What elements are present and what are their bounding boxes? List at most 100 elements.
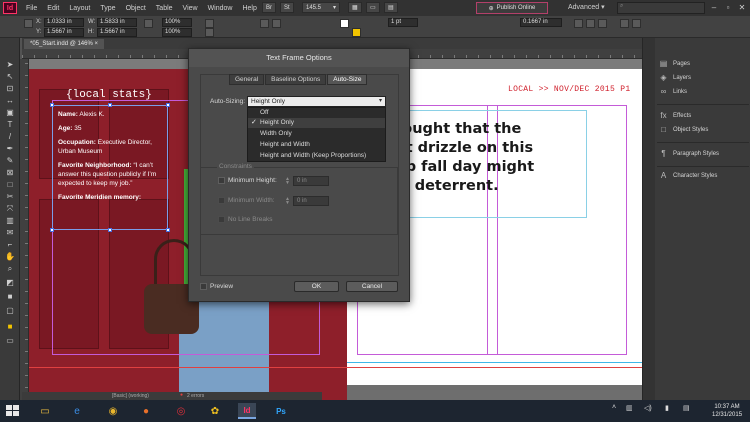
selection-tool-icon[interactable]: ➤ [4, 60, 16, 70]
no-line-breaks-checkbox[interactable] [218, 216, 225, 223]
publish-online-button[interactable]: ⊕ Publish Online [476, 2, 548, 14]
panel-collapse-strip[interactable] [643, 38, 655, 400]
min-height-checkbox[interactable] [218, 177, 225, 184]
tab-auto-size[interactable]: Auto-Size [327, 74, 368, 85]
panel-object-styles[interactable]: □ Object Styles [659, 124, 708, 136]
frame-handle[interactable] [166, 103, 170, 107]
free-transform-tool-icon[interactable]: ⤧ [4, 204, 16, 214]
formatting-container-icon[interactable]: ▢ [4, 306, 16, 316]
photoshop-taskbar-icon[interactable]: Ps [272, 403, 290, 419]
auto-sizing-select[interactable]: Height Only ▾ [247, 96, 386, 107]
yellow-app-icon[interactable]: ✿ [206, 403, 224, 419]
menu-window[interactable]: Window [203, 5, 238, 12]
fill-swatch[interactable] [340, 19, 349, 28]
panel-character-styles[interactable]: A Character Styles [659, 170, 718, 182]
zoom-level-select[interactable]: 145.5 ▾ [302, 2, 340, 13]
scale-x-field[interactable]: 100% [162, 18, 192, 27]
constrain-proportions-icon[interactable] [144, 19, 153, 28]
x-field[interactable]: 1.0333 in [44, 18, 84, 27]
local-stats-title[interactable]: {local stats} [66, 89, 152, 101]
menu-edit[interactable]: Edit [42, 5, 64, 12]
system-clock[interactable]: 10:37 AM 12/31/2015 [712, 403, 742, 419]
type-tool-icon[interactable]: T [4, 120, 16, 130]
rectangle-tool-icon[interactable]: □ [4, 180, 16, 190]
minimize-button[interactable]: – [708, 2, 720, 14]
tab-general[interactable]: General [229, 74, 265, 85]
fill-stroke-icon[interactable]: ■ [4, 292, 16, 302]
frame-handle[interactable] [108, 103, 112, 107]
note-tool-icon[interactable]: ✉ [4, 228, 16, 238]
min-width-field[interactable]: ▲ ▼ 0 in [285, 196, 329, 206]
action-center-icon[interactable]: ▤ [683, 404, 690, 412]
menu-table[interactable]: Table [151, 5, 178, 12]
close-icon[interactable]: ✕ [736, 2, 748, 14]
stepper-icon[interactable]: ▲ ▼ [285, 177, 292, 186]
hand-tool-icon[interactable]: ✋ [4, 252, 16, 262]
option-height-only[interactable]: ✓ Height Only [248, 118, 385, 128]
corner-field[interactable]: 0.1667 in [520, 18, 562, 27]
rotate-icon[interactable] [205, 19, 214, 28]
folio-text[interactable]: LOCAL >> NOV/DEC 2015 P1 [508, 85, 630, 94]
network-icon[interactable]: ▥ [626, 404, 633, 412]
preflight-errors[interactable]: 2 errors [187, 393, 204, 399]
frame-handle[interactable] [166, 228, 170, 232]
preflight-profile[interactable]: [Basic] (working) [112, 393, 149, 399]
pencil-tool-icon[interactable]: ✎ [4, 156, 16, 166]
opera-icon[interactable]: ◎ [172, 403, 190, 419]
stock-button[interactable]: St [280, 2, 294, 13]
screen-mode-button[interactable]: ▭ [366, 2, 380, 13]
flip-horizontal-icon[interactable] [260, 19, 269, 28]
stepper-icon[interactable]: ▲ ▼ [285, 197, 292, 206]
volume-icon[interactable]: ◁) [644, 404, 652, 412]
stroke-swatch[interactable] [352, 28, 361, 37]
panel-pages[interactable]: ▤ Pages [659, 58, 690, 70]
reference-point-icon[interactable] [24, 19, 33, 28]
min-width-checkbox[interactable] [218, 197, 225, 204]
min-height-field[interactable]: ▲ ▼ 0 in [285, 176, 329, 186]
shear-icon[interactable] [205, 28, 214, 37]
scale-y-field[interactable]: 100% [162, 28, 192, 37]
ok-button[interactable]: OK [294, 281, 339, 292]
default-fill-stroke-icon[interactable]: ◩ [4, 278, 16, 288]
maximize-button[interactable]: ▫ [722, 2, 734, 14]
w-field[interactable]: 1.5833 in [97, 18, 137, 27]
workspace-switcher[interactable]: Advanced ▾ [568, 3, 605, 11]
tray-chevron-icon[interactable]: ˄ [612, 404, 616, 411]
vertical-ruler[interactable] [20, 59, 29, 400]
panel-links[interactable]: ∞ Links [659, 86, 687, 98]
eyedropper-tool-icon[interactable]: ⌐ [4, 240, 16, 250]
panel-layers[interactable]: ◈ Layers [659, 72, 691, 84]
menu-type[interactable]: Type [95, 5, 120, 12]
windows-start-icon[interactable] [6, 405, 19, 417]
panel-effects[interactable]: fx Effects [659, 110, 691, 122]
rectangle-frame-tool-icon[interactable]: ⊠ [4, 168, 16, 178]
menu-file[interactable]: File [21, 5, 42, 12]
distribute-icon[interactable] [632, 19, 641, 28]
chrome-icon[interactable]: ◉ [104, 403, 122, 419]
option-height-and-width[interactable]: Height and Width [248, 140, 385, 150]
view-options-button[interactable]: ▦ [348, 2, 362, 13]
line-tool-icon[interactable]: / [4, 132, 16, 142]
gap-tool-icon[interactable]: ↔ [4, 96, 16, 106]
h-field[interactable]: 1.5667 in [97, 28, 137, 37]
fit-content-icon[interactable] [586, 19, 595, 28]
firefox-icon[interactable]: ● [137, 403, 155, 419]
direct-selection-tool-icon[interactable]: ↖ [4, 72, 16, 82]
pen-tool-icon[interactable]: ✒ [4, 144, 16, 154]
local-stats-body[interactable]: Name: Alexis K. Age: 35 Occupation: Exec… [58, 110, 166, 202]
stroke-weight-field[interactable]: 1 pt [388, 18, 418, 27]
y-field[interactable]: 1.5667 in [44, 28, 84, 37]
indesign-taskbar-icon[interactable]: Id [238, 403, 256, 419]
menu-layout[interactable]: Layout [64, 5, 95, 12]
menu-help[interactable]: Help [237, 5, 261, 12]
screen-mode-icon[interactable]: ▭ [4, 336, 16, 346]
frame-handle[interactable] [50, 103, 54, 107]
gradient-tool-icon[interactable]: ▥ [4, 216, 16, 226]
internet-explorer-icon[interactable]: e [68, 403, 86, 419]
adobe-stock-search[interactable]: ⌕ [617, 2, 705, 14]
option-width-only[interactable]: Width Only [248, 129, 385, 139]
menu-view[interactable]: View [178, 5, 203, 12]
document-tab[interactable]: *05_Start.indd @ 146% × [24, 39, 104, 49]
scissors-tool-icon[interactable]: ✂ [4, 192, 16, 202]
power-icon[interactable]: ▮ [665, 404, 669, 412]
